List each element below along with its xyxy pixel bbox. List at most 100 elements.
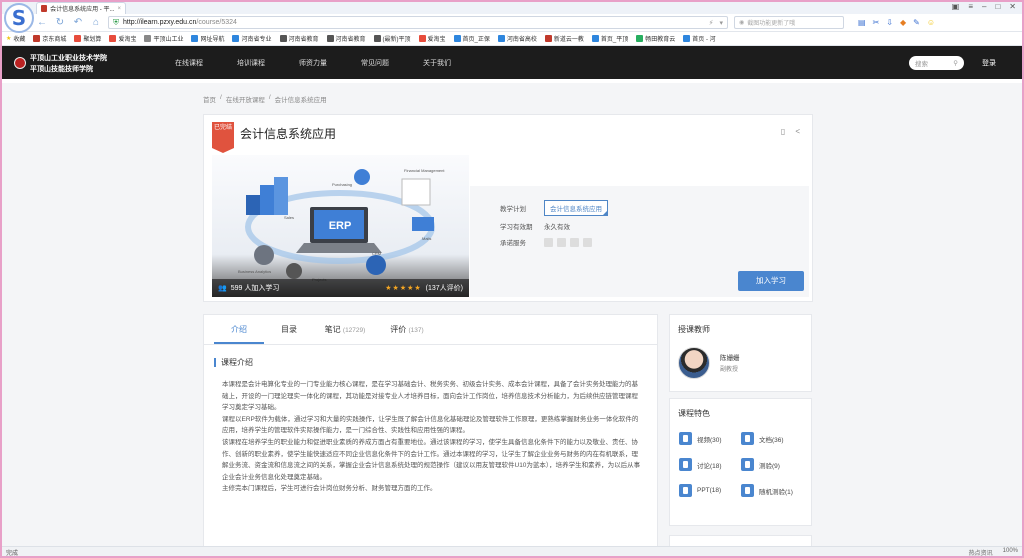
- reading-icon[interactable]: ▤: [858, 18, 866, 27]
- page-title: 会计信息系统应用: [240, 127, 337, 141]
- bookmark-item[interactable]: 聚划算: [74, 34, 101, 43]
- hero-label-analytics: Business Analytics: [238, 269, 271, 274]
- dropdown-icon[interactable]: ▾: [719, 19, 723, 27]
- bookmark-label: 河南省教育: [288, 37, 319, 43]
- nav-link[interactable]: 师资力量: [282, 58, 344, 68]
- join-course-button[interactable]: 加入学习: [738, 271, 804, 291]
- teacher-box: 授课教师 陈姗姗 副教授: [669, 314, 812, 392]
- extension-icon[interactable]: ◆: [900, 18, 906, 27]
- detail-tabs: 介绍 目录 笔记 (12729) 评价 (137): [204, 315, 657, 345]
- tab-close-icon[interactable]: ×: [117, 6, 121, 12]
- bookmark-item[interactable]: 首页_正保: [453, 34, 490, 43]
- tab-3[interactable]: 评价 (137): [376, 315, 438, 344]
- bookmark-item[interactable]: 河南省高校: [497, 34, 537, 43]
- bookmark-item[interactable]: 平顶山工业: [144, 34, 183, 43]
- bookmark-item[interactable]: 河南省教育: [326, 34, 366, 43]
- feature-item[interactable]: 随机测验(1): [741, 484, 803, 497]
- bookmark-item[interactable]: 京东商城: [33, 34, 66, 43]
- page-content: 首页/在线开放课程/会计信息系统应用 已完结 会计信息系统应用 ▯ <: [0, 83, 1024, 546]
- nav-link[interactable]: 在线课程: [158, 58, 220, 68]
- hero-label-sales: Sales: [284, 215, 294, 220]
- tab-label: 评价: [390, 325, 407, 334]
- bookmark-label: 河南省教育: [335, 37, 366, 43]
- bookmark-item[interactable]: 河南省教育: [279, 34, 319, 43]
- avatar[interactable]: [678, 347, 710, 379]
- hero-label-crm: CRM: [372, 251, 381, 256]
- bookmark-item[interactable]: 爱淘宝: [109, 34, 136, 43]
- status-news[interactable]: 热点资讯: [969, 548, 993, 557]
- user-icon[interactable]: ☺: [927, 18, 935, 27]
- bookmark-item[interactable]: 首页_平顶: [591, 34, 628, 43]
- bookmark-item[interactable]: 网址导航: [191, 34, 224, 43]
- bookmark-favicon-icon: [683, 35, 691, 42]
- students-count: 599 人加入学习: [230, 285, 280, 292]
- plan-label: 教学计划: [500, 206, 526, 213]
- feature-item[interactable]: 视频(30): [679, 432, 741, 445]
- teacher-card[interactable]: 陈姗姗 副教授: [678, 347, 811, 379]
- lightning-icon[interactable]: ⚡: [709, 19, 714, 27]
- bookmark-label: 爱淘宝: [118, 37, 137, 43]
- nav-link[interactable]: 培训课程: [220, 58, 282, 68]
- bookmark-item[interactable]: 畅田教育云: [636, 34, 675, 43]
- site-search-input[interactable]: 搜索 ⚲: [909, 55, 964, 70]
- tab-2[interactable]: 笔记 (12729): [314, 315, 376, 344]
- bookmark-item[interactable]: 爱淘宝: [418, 34, 446, 43]
- favorites-button[interactable]: ★ 收藏: [6, 34, 25, 43]
- menu-icon[interactable]: ≡: [968, 2, 973, 11]
- service-icon-3: [570, 237, 579, 247]
- tools-icon[interactable]: ✎: [913, 18, 920, 27]
- bookmark-favicon-icon: [497, 35, 505, 42]
- bookmark-label: 河南省高校: [506, 37, 537, 43]
- status-zoom[interactable]: 100%: [1003, 548, 1018, 557]
- bookmark-favicon-icon: [74, 35, 82, 42]
- breadcrumb-link[interactable]: 首页: [203, 94, 216, 104]
- section-title: 课程介绍: [214, 358, 657, 367]
- tab-label: 介绍: [231, 325, 247, 334]
- bookmark-favicon-icon: [109, 35, 117, 42]
- search-icon[interactable]: ⚲: [953, 59, 958, 67]
- bookmark-item[interactable]: 新道云一教: [544, 34, 584, 43]
- browser-tab[interactable]: 会计信息系统应用 - 平... ×: [36, 2, 126, 14]
- teacher-name[interactable]: 陈姗姗: [720, 353, 740, 364]
- bookmark-favicon-icon: [191, 35, 199, 42]
- refresh-icon[interactable]: ↻: [54, 17, 66, 28]
- home-icon[interactable]: ⌂: [90, 17, 102, 28]
- share-icon[interactable]: <: [795, 127, 800, 136]
- address-bar[interactable]: ⛨ http://ilearn.pzxy.edu.cn/course/5324 …: [108, 16, 728, 29]
- screenshot-icon[interactable]: ✂: [873, 18, 880, 27]
- breadcrumb-link[interactable]: 在线开放课程: [226, 94, 265, 104]
- plan-tag[interactable]: 会计信息系统应用: [544, 200, 608, 216]
- intro-paragraph: 该课程在培养学生的职业能力和促进职业素质的养成方面占有重要地位。通过该课程的学习…: [222, 438, 641, 481]
- tab-1[interactable]: 目录: [264, 315, 314, 344]
- login-link[interactable]: 登录: [982, 58, 996, 68]
- browser-search-input[interactable]: ◉ 截图功能更新了哦: [734, 16, 844, 29]
- undo-icon[interactable]: ↶: [72, 17, 84, 28]
- maximize-icon[interactable]: □: [995, 2, 1000, 11]
- browser-logo-icon[interactable]: S: [4, 3, 34, 33]
- feature-item[interactable]: 文档(36): [741, 432, 803, 445]
- bookmark-item[interactable]: (最新)平顶: [373, 34, 411, 43]
- bookmark-icon[interactable]: ▯: [781, 127, 785, 136]
- rating-stars: ★★★★★: [385, 285, 422, 292]
- minimize-icon[interactable]: –: [982, 2, 986, 11]
- bookmarks-bar: ★ 收藏 京东商城 聚划算 爱淘宝 平顶山工业 网址导航 河南省专业 河南省教育 河南省教育 (最…: [0, 32, 1024, 46]
- tab-0[interactable]: 介绍: [214, 315, 264, 344]
- nav-link[interactable]: 常见问题: [344, 58, 406, 68]
- school-logo[interactable]: 平顶山工业职业技术学院 平顶山技能技师学院: [14, 52, 154, 74]
- bookmark-favicon-icon: [232, 35, 240, 42]
- skin-icon[interactable]: ▣: [952, 2, 960, 11]
- feature-item[interactable]: PPT(18): [679, 484, 741, 497]
- search-placeholder: 截图功能更新了哦: [747, 21, 796, 27]
- feature-item[interactable]: 测验(9): [741, 458, 803, 471]
- close-window-icon[interactable]: ✕: [1009, 2, 1016, 11]
- bookmark-label: 河南省专业: [241, 37, 272, 43]
- nav-link[interactable]: 关于我们: [406, 58, 468, 68]
- url-path: /course/5324: [196, 19, 237, 26]
- download-icon[interactable]: ⇩: [886, 18, 893, 27]
- bookmark-item[interactable]: 首页 - 河: [683, 34, 716, 43]
- bookmark-item[interactable]: 河南省专业: [232, 34, 272, 43]
- breadcrumb-link[interactable]: 会计信息系统应用: [275, 94, 327, 104]
- back-icon[interactable]: ←: [36, 17, 48, 28]
- service-icon-4: [583, 237, 592, 247]
- feature-item[interactable]: 讨论(18): [679, 458, 741, 471]
